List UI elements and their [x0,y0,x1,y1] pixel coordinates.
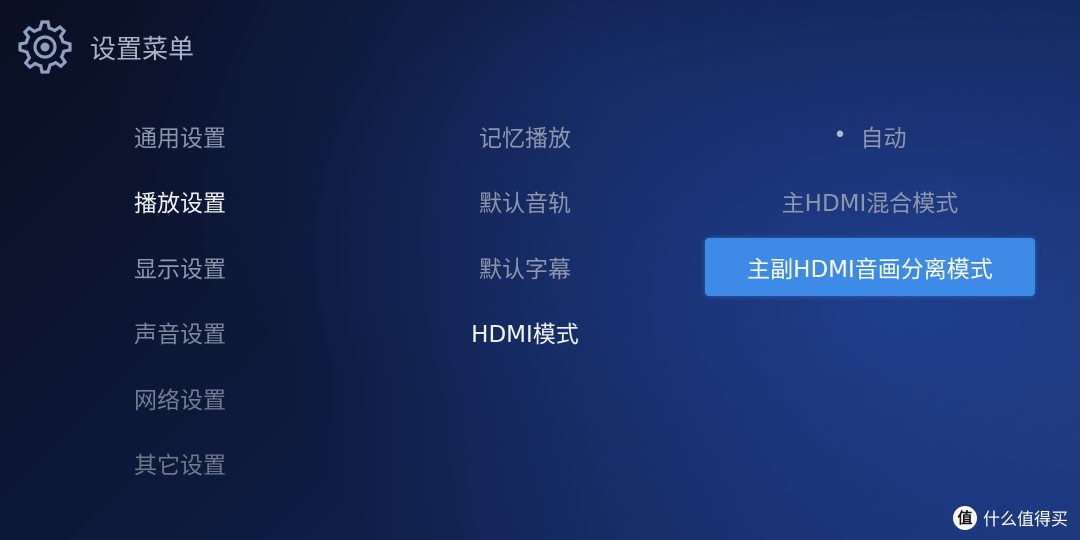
menu-header: 设置菜单 [16,18,194,76]
option-auto-label: 自动 [860,125,907,152]
page-title: 设置菜单 [90,34,195,65]
settings-category-list: 通用设置 播放设置 显示设置 声音设置 网络设置 其它设置 [110,103,250,496]
playback-settings-list: 记忆播放 默认音轨 默认字幕 HDMI模式 [440,103,610,365]
setting-default-audio-track[interactable]: 默认音轨 [440,169,610,235]
current-selection-dot-icon: • [833,123,847,149]
option-main-hdmi-mixed[interactable]: 主HDMI混合模式 [705,169,1035,235]
category-other[interactable]: 其它设置 [110,431,250,497]
gear-icon [18,20,72,74]
category-general[interactable]: 通用设置 [110,103,250,169]
category-display[interactable]: 显示设置 [110,234,250,300]
watermark: 值 什么值得买 [953,505,1068,530]
setting-default-subtitle[interactable]: 默认字幕 [440,234,610,300]
category-network[interactable]: 网络设置 [110,365,250,431]
watermark-text: 什么值得买 [983,510,1068,530]
option-auto[interactable]: • 自动 [705,103,1035,169]
setting-memory-playback[interactable]: 记忆播放 [440,103,610,169]
option-main-sub-hdmi-separated[interactable]: 主副HDMI音画分离模式 [705,237,1035,296]
hdmi-mode-options: • 自动 主HDMI混合模式 主副HDMI音画分离模式 [705,103,1035,300]
category-playback[interactable]: 播放设置 [110,169,250,235]
category-sound[interactable]: 声音设置 [110,300,250,366]
setting-hdmi-mode[interactable]: HDMI模式 [440,300,610,366]
watermark-logo: 值 [953,505,977,530]
